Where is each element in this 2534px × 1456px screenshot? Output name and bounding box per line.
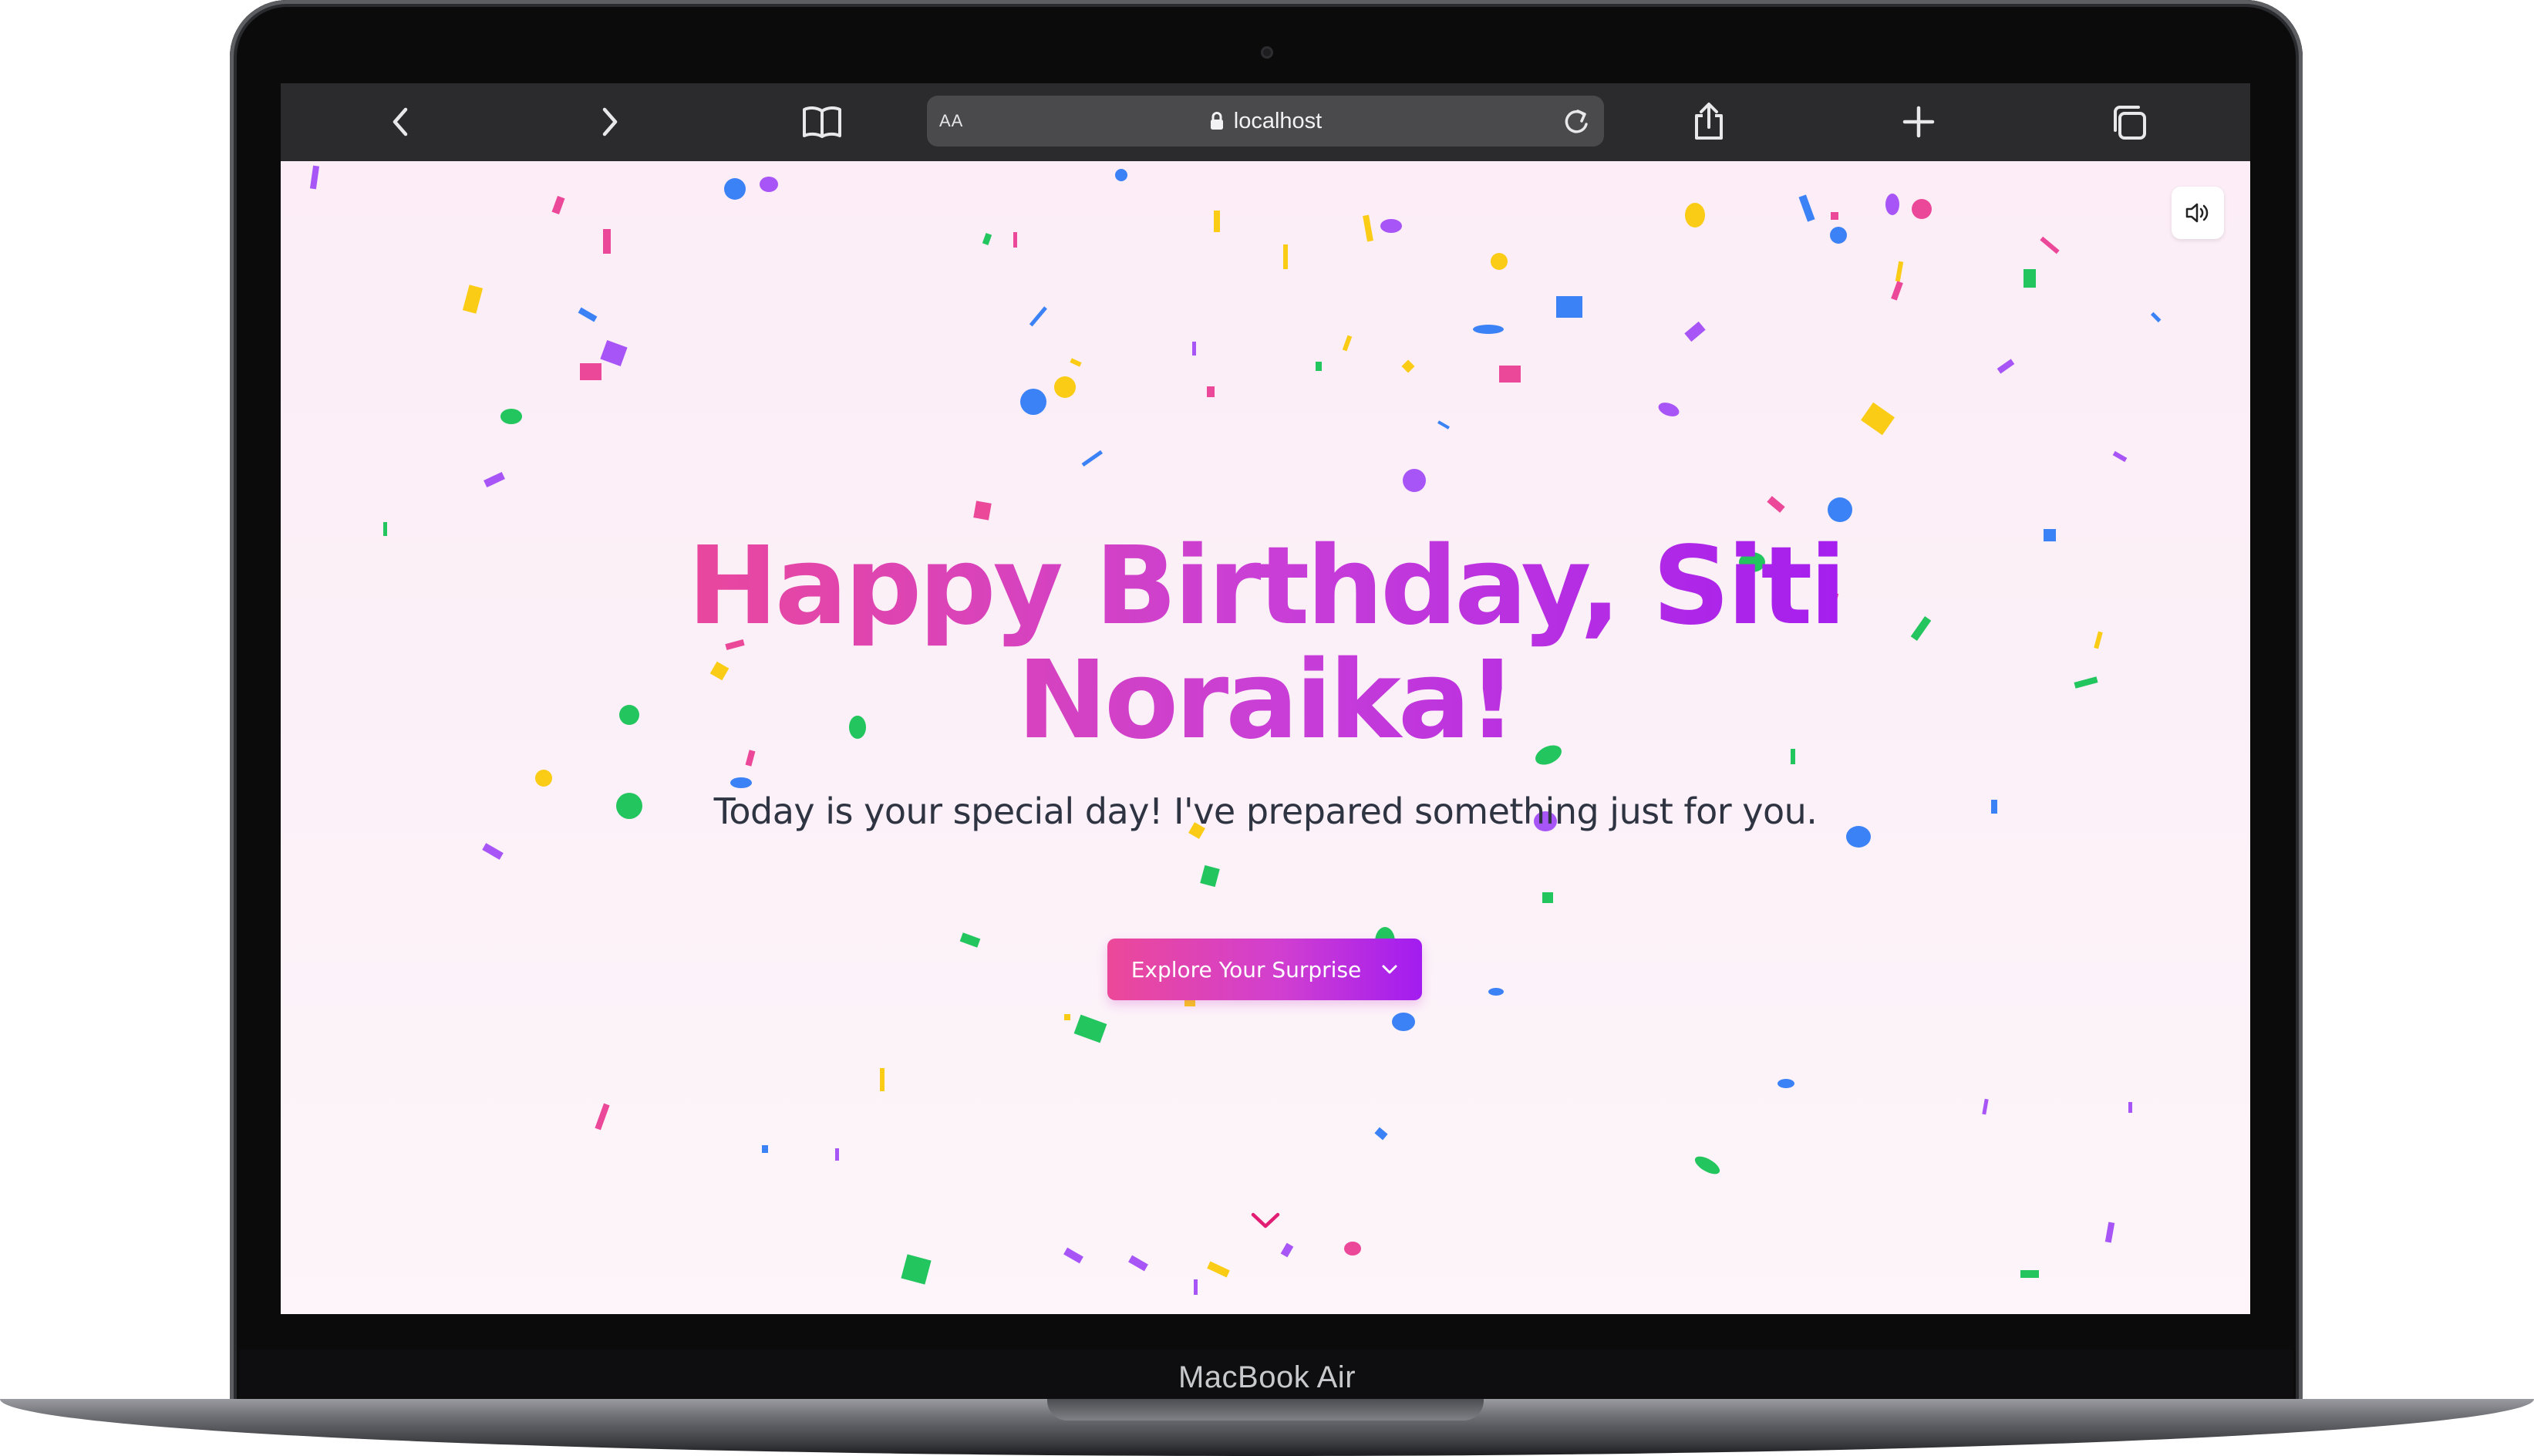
share-icon — [1695, 103, 1723, 140]
url-text: localhost — [1233, 108, 1323, 133]
reload-button[interactable] — [1559, 104, 1593, 138]
sound-toggle-button[interactable] — [2172, 187, 2224, 239]
camera — [1261, 46, 1273, 59]
reader-aa-button[interactable]: AA — [939, 96, 963, 147]
laptop-model-label: MacBook Air — [1178, 1360, 1356, 1394]
chevron-right-icon — [602, 107, 618, 136]
chevron-down-icon — [1381, 964, 1398, 975]
share-button[interactable] — [1686, 99, 1732, 145]
tabs-icon — [2114, 106, 2146, 140]
back-button[interactable] — [378, 99, 424, 145]
tabs-overview-button[interactable] — [2107, 99, 2153, 145]
chevron-down-icon — [1251, 1212, 1280, 1228]
chevron-left-icon — [393, 107, 408, 136]
screen: AA localhost Happy Birthday, Siti Noraik… — [281, 83, 2250, 1314]
lock-icon — [1210, 112, 1223, 130]
address-bar[interactable]: AA localhost — [927, 96, 1604, 147]
book-icon — [803, 106, 841, 138]
browser-toolbar: AA localhost — [281, 83, 2250, 161]
birthday-heading: Happy Birthday, Siti Noraika! — [643, 530, 1888, 758]
url-display: localhost — [927, 96, 1604, 147]
laptop-hinge-notch — [1047, 1399, 1484, 1421]
laptop-mockup: MacBook Air AA localhost Happy Birthday,… — [0, 0, 2534, 1456]
explore-surprise-label: Explore Your Surprise — [1131, 956, 1362, 982]
explore-surprise-button[interactable]: Explore Your Surprise — [1107, 939, 1422, 1000]
birthday-subtitle: Today is your special day! I've prepared… — [713, 790, 1818, 832]
scroll-down-indicator[interactable] — [1246, 1205, 1285, 1236]
bookmarks-button[interactable] — [799, 99, 845, 145]
reload-icon — [1565, 110, 1588, 133]
speaker-icon — [2185, 203, 2209, 223]
plus-icon — [1902, 106, 1935, 138]
birthday-page: Happy Birthday, Siti Noraika! Today is y… — [281, 161, 2250, 1314]
new-tab-button[interactable] — [1895, 99, 1942, 145]
forward-button[interactable] — [586, 99, 632, 145]
